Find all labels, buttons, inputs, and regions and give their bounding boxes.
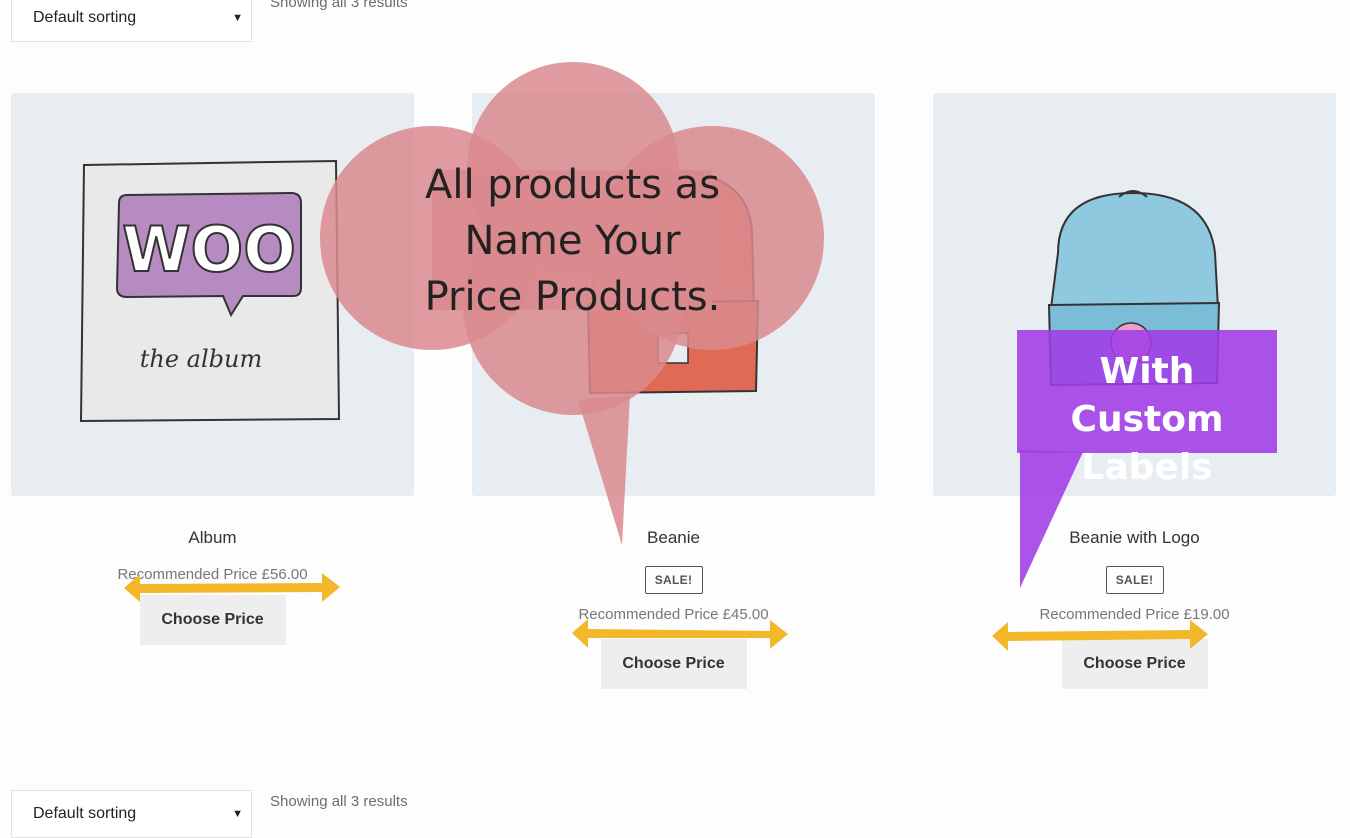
product-price: Recommended Price £56.00: [117, 566, 308, 583]
product-title[interactable]: Album: [11, 527, 414, 549]
sort-select-bottom[interactable]: Default sorting ▼: [11, 790, 252, 838]
product-card-album: WOO the album Album Recommended Price £5…: [11, 93, 414, 645]
product-title[interactable]: Beanie with Logo: [933, 527, 1336, 549]
woo-album-art-icon: WOO the album: [79, 159, 341, 423]
result-count-bottom: Showing all 3 results: [270, 793, 408, 810]
sale-badge: SALE!: [644, 566, 703, 594]
svg-text:the album: the album: [140, 345, 263, 373]
svg-text:WOO: WOO: [122, 213, 296, 286]
sort-select-label: Default sorting: [33, 9, 137, 26]
product-image-beanie-with-logo[interactable]: [933, 93, 1336, 496]
sort-select-label: Default sorting: [33, 805, 137, 822]
product-price: Recommended Price £45.00: [578, 606, 769, 623]
orange-beanie-icon: [586, 169, 760, 395]
caret-down-icon: ▼: [232, 808, 243, 820]
sort-select[interactable]: Default sorting ▼: [11, 0, 252, 42]
caret-down-icon: ▼: [232, 12, 243, 24]
choose-price-button[interactable]: Choose Price: [600, 639, 747, 689]
product-card-beanie-with-logo: Beanie with Logo SALE! Recommended Price…: [933, 93, 1336, 689]
product-title[interactable]: Beanie: [472, 527, 875, 549]
choose-price-button[interactable]: Choose Price: [139, 595, 286, 645]
product-image-beanie[interactable]: [472, 93, 875, 496]
blue-beanie-with-logo-icon: [1047, 190, 1221, 387]
product-price: Recommended Price £19.00: [1039, 606, 1230, 623]
product-card-beanie: Beanie SALE! Recommended Price £45.00 Ch…: [472, 93, 875, 689]
product-image-album[interactable]: WOO the album: [11, 93, 414, 496]
sale-badge: SALE!: [1105, 566, 1164, 594]
choose-price-button[interactable]: Choose Price: [1061, 639, 1208, 689]
result-count: Showing all 3 results: [270, 0, 408, 11]
